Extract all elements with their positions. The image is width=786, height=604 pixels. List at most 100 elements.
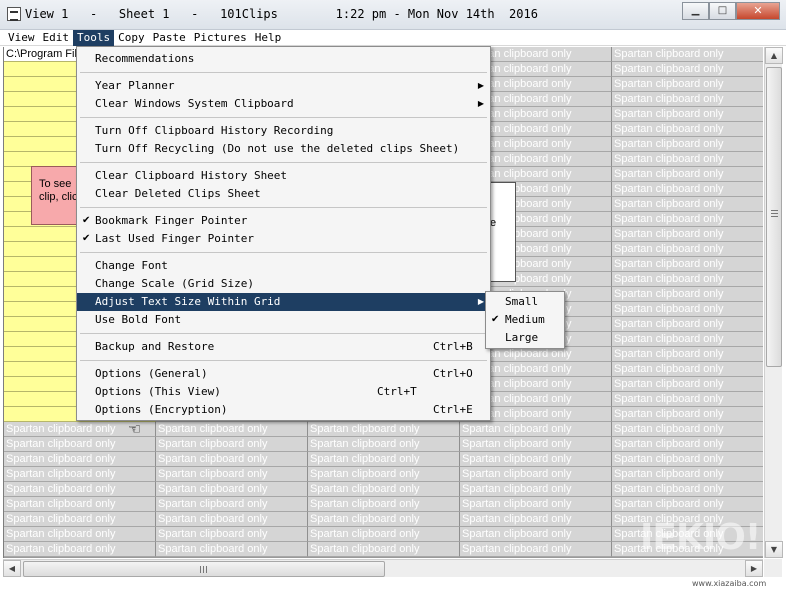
clip-cell[interactable]: Spartan clipboard only <box>612 302 763 317</box>
clip-cell[interactable]: Spartan clipboard only <box>308 512 460 527</box>
clip-cell[interactable]: Spartan clipboard only <box>4 482 156 497</box>
clip-cell[interactable]: Spartan clipboard only <box>612 332 763 347</box>
menu-item-backup-and-restore[interactable]: Backup and Restore Ctrl+B <box>77 338 490 356</box>
menu-item-bookmark-finger-pointer[interactable]: ✔ Bookmark Finger Pointer <box>77 212 490 230</box>
clip-cell[interactable]: Spartan clipboard only <box>612 377 763 392</box>
clip-cell[interactable]: Spartan clipboard only <box>308 467 460 482</box>
clip-cell[interactable]: Spartan clipboard only <box>156 542 308 557</box>
clip-cell[interactable]: Spartan clipboard only <box>612 122 763 137</box>
close-button[interactable]: ✕ <box>736 2 780 20</box>
menu-item-options-general[interactable]: Options (General) Ctrl+O <box>77 365 490 383</box>
clip-cell[interactable]: Spartan clipboard only <box>612 347 763 362</box>
clip-cell[interactable]: Spartan clipboard only <box>612 197 763 212</box>
menu-item-clear-windows-system-clipboard[interactable]: Clear Windows System Clipboard ▶ <box>77 95 490 113</box>
text-size-large[interactable]: Large <box>486 329 564 347</box>
clip-cell[interactable]: Spartan clipboard only <box>308 542 460 557</box>
clip-cell[interactable]: Spartan clipboard only <box>612 137 763 152</box>
scroll-left-button[interactable]: ◀ <box>3 560 21 577</box>
menu-help[interactable]: Help <box>251 30 286 46</box>
menu-view[interactable]: View <box>4 30 39 46</box>
clip-cell[interactable]: Spartan clipboard only <box>460 542 612 557</box>
clip-cell[interactable]: Spartan clipboard only <box>612 437 763 452</box>
vertical-scroll-thumb[interactable] <box>766 67 782 367</box>
clip-cell[interactable]: Spartan clipboard only <box>612 497 763 512</box>
clip-cell[interactable]: Spartan clipboard only <box>612 422 763 437</box>
menu-paste[interactable]: Paste <box>149 30 190 46</box>
clip-cell[interactable]: Spartan clipboard only <box>460 452 612 467</box>
clip-cell[interactable]: Spartan clipboard only <box>156 467 308 482</box>
menu-item-last-used-finger-pointer[interactable]: ✔ Last Used Finger Pointer <box>77 230 490 248</box>
menu-edit[interactable]: Edit <box>39 30 74 46</box>
menu-item-clear-deleted-clips-sheet[interactable]: Clear Deleted Clips Sheet <box>77 185 490 203</box>
menu-item-change-scale-grid-size[interactable]: Change Scale (Grid Size) <box>77 275 490 293</box>
menu-item-options-this-view[interactable]: Options (This View) Ctrl+T <box>77 383 490 401</box>
vertical-scrollbar[interactable]: ▲ ▼ <box>764 47 783 558</box>
clip-cell[interactable]: Spartan clipboard only <box>612 407 763 422</box>
clip-cell[interactable]: Spartan clipboard only <box>4 542 156 557</box>
clip-cell[interactable]: Spartan clipboard only <box>4 527 156 542</box>
clip-cell[interactable]: Spartan clipboard only <box>156 437 308 452</box>
maximize-button[interactable]: □ <box>709 2 736 20</box>
text-size-medium[interactable]: ✔ Medium <box>486 311 564 329</box>
text-size-small[interactable]: Small <box>486 293 564 311</box>
clip-cell[interactable]: Spartan clipboard only <box>612 107 763 122</box>
menu-item-turn-off-clipboard-history-recording[interactable]: Turn Off Clipboard History Recording <box>77 122 490 140</box>
clip-cell[interactable]: Spartan clipboard only <box>4 467 156 482</box>
clip-cell[interactable]: Spartan clipboard only <box>612 392 763 407</box>
clip-cell[interactable]: Spartan clipboard only <box>308 482 460 497</box>
clip-cell[interactable]: Spartan clipboard only <box>4 512 156 527</box>
clip-cell[interactable]: Spartan clipboard only <box>460 467 612 482</box>
app-icon[interactable] <box>7 7 21 21</box>
menu-item-clear-clipboard-history-sheet[interactable]: Clear Clipboard History Sheet <box>77 167 490 185</box>
clip-cell[interactable]: Spartan clipboard only <box>308 452 460 467</box>
clip-cell[interactable]: Spartan clipboard only <box>156 452 308 467</box>
clip-cell[interactable]: Spartan clipboard only <box>612 47 763 62</box>
clip-cell[interactable]: Spartan clipboard only <box>308 497 460 512</box>
clip-cell[interactable]: Spartan clipboard only <box>612 242 763 257</box>
clip-cell[interactable]: Spartan clipboard only <box>612 227 763 242</box>
clip-cell[interactable]: Spartan clipboard only <box>612 287 763 302</box>
clip-cell[interactable]: Spartan clipboard only <box>612 362 763 377</box>
clip-cell[interactable]: Spartan clipboard only <box>612 62 763 77</box>
clip-cell[interactable]: Spartan clipboard only <box>612 152 763 167</box>
clip-cell[interactable]: Spartan clipboard only <box>612 167 763 182</box>
clip-cell[interactable]: Spartan clipboard only <box>612 212 763 227</box>
menu-item-change-font[interactable]: Change Font <box>77 257 490 275</box>
clip-cell[interactable]: Spartan clipboard only <box>612 92 763 107</box>
clip-cell[interactable]: Spartan clipboard only <box>612 482 763 497</box>
clip-cell[interactable]: Spartan clipboard only <box>308 422 460 437</box>
clip-cell[interactable]: Spartan clipboard only <box>156 497 308 512</box>
clip-cell[interactable]: Spartan clipboard only <box>4 452 156 467</box>
menu-item-year-planner[interactable]: Year Planner ▶ <box>77 77 490 95</box>
clip-cell[interactable]: Spartan clipboard only <box>460 512 612 527</box>
menu-item-options-encryption[interactable]: Options (Encryption) Ctrl+E <box>77 401 490 419</box>
clip-cell[interactable]: Spartan clipboard only <box>4 497 156 512</box>
horizontal-scroll-thumb[interactable] <box>23 561 385 577</box>
clip-cell[interactable]: Spartan clipboard only <box>612 452 763 467</box>
menu-item-recommendations[interactable]: Recommendations <box>77 50 490 68</box>
menu-copy[interactable]: Copy <box>114 30 149 46</box>
clip-cell[interactable]: Spartan clipboard only <box>156 512 308 527</box>
menu-item-turn-off-recycling-do-not-use-the-deleted-clips-sheet[interactable]: Turn Off Recycling (Do not use the delet… <box>77 140 490 158</box>
menu-pictures[interactable]: Pictures <box>190 30 251 46</box>
menu-item-use-bold-font[interactable]: Use Bold Font <box>77 311 490 329</box>
menu-item-adjust-text-size-within-grid[interactable]: Adjust Text Size Within Grid ▶ <box>77 293 490 311</box>
clip-cell[interactable]: Spartan clipboard only <box>612 317 763 332</box>
clip-cell[interactable]: Spartan clipboard only <box>156 482 308 497</box>
clip-cell[interactable]: Spartan clipboard only <box>460 527 612 542</box>
clip-cell[interactable]: Spartan clipboard only <box>156 527 308 542</box>
clip-cell[interactable]: Spartan clipboard only <box>308 527 460 542</box>
clip-cell[interactable]: Spartan clipboard only <box>460 497 612 512</box>
clip-cell[interactable]: Spartan clipboard only <box>612 77 763 92</box>
minimize-button[interactable]: ▁ <box>682 2 709 20</box>
menu-tools[interactable]: Tools <box>73 30 115 46</box>
clip-cell[interactable]: Spartan clipboard only <box>612 272 763 287</box>
clip-cell[interactable]: Spartan clipboard only <box>612 182 763 197</box>
clip-cell[interactable]: Spartan clipboard only <box>612 257 763 272</box>
clip-cell[interactable]: Spartan clipboard only <box>308 437 460 452</box>
clip-cell[interactable]: Spartan clipboard only <box>156 422 308 437</box>
clip-cell[interactable]: Spartan clipboard only <box>460 437 612 452</box>
clip-cell[interactable]: Spartan clipboard only <box>460 482 612 497</box>
scroll-up-button[interactable]: ▲ <box>765 47 783 64</box>
clip-cell[interactable]: Spartan clipboard only <box>4 437 156 452</box>
